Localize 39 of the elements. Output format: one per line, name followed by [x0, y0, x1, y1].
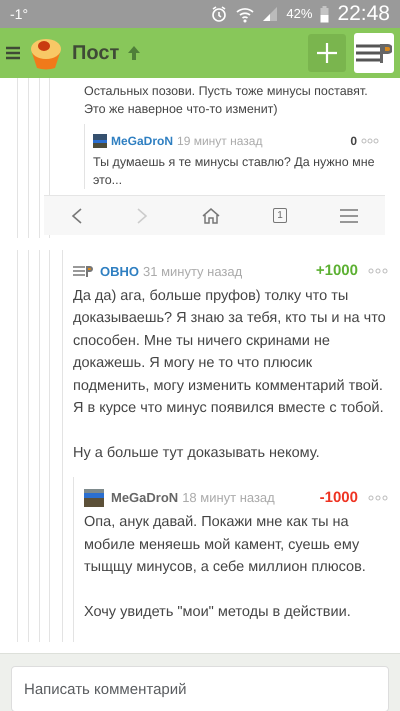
tab-count-button[interactable]: 1 — [273, 208, 287, 223]
comment-text: Ты думаешь я те минусы ставлю? Да нужно мне это... — [93, 154, 376, 189]
comment-text-line: Это же наверное что-то изменит) — [84, 101, 279, 118]
comment-score: +1000 — [316, 261, 358, 281]
battery-text: 42% — [286, 5, 312, 24]
home-icon[interactable] — [202, 208, 220, 224]
comment-time: 18 минут назад — [182, 489, 275, 507]
profile-button[interactable] — [354, 33, 394, 73]
add-button[interactable] — [308, 34, 346, 72]
alarm-icon — [210, 5, 228, 23]
comment-text-line: Остальных позови. Пусть тоже минусы поставят. — [84, 83, 369, 100]
up-arrow-icon — [127, 45, 142, 61]
menu-icon[interactable] — [6, 46, 20, 60]
comment-score: -1000 — [320, 488, 358, 508]
page-title: Пост — [72, 41, 120, 66]
more-icon[interactable] — [368, 268, 388, 274]
comment-input[interactable]: Написать комментарий — [11, 666, 389, 711]
author-name[interactable]: ОВНО — [100, 262, 139, 281]
menu-icon[interactable] — [340, 208, 358, 222]
comment-score: 0 — [350, 133, 357, 150]
battery-icon — [320, 6, 330, 22]
clock-text: 22:48 — [337, 1, 390, 28]
wifi-icon — [236, 5, 254, 23]
author-name[interactable]: MeGaDroN — [111, 488, 178, 508]
comment-text: Ну а больше тут доказывать некому. — [73, 444, 321, 463]
signal-icon — [262, 6, 278, 22]
more-icon[interactable] — [368, 494, 388, 501]
temperature-text: -1° — [10, 4, 28, 24]
comment-text: Да да) ага, больше пруфов) толку что ты доказываешь? Я знаю за тебя, кто ты и на что способен. Мне ты ничего скринами не докажешь. Я могу не то что плюсик подменить, могу изменить комментарий твой. Я в курсе что минус появился вместе с тобой. — [73, 286, 387, 418]
more-icon[interactable] — [361, 138, 379, 144]
back-icon[interactable] — [70, 208, 83, 224]
author-name[interactable]: MeGaDroN — [111, 132, 174, 150]
comment-text: Опа, анук давай. Покажи мне как ты на мобиле меняешь мой камент, суешь ему тыщщу минусов, а себе миллион плюсов. — [84, 513, 367, 577]
logo-icon — [73, 265, 93, 278]
comment-text: Хочу увидеть "мои" методы в действии. — [84, 603, 352, 622]
plus-icon — [316, 42, 338, 64]
comment-time: 31 минуту назад — [143, 262, 242, 281]
avatar-logo-icon — [356, 41, 392, 65]
comment-time: 19 минут назад — [177, 133, 262, 150]
